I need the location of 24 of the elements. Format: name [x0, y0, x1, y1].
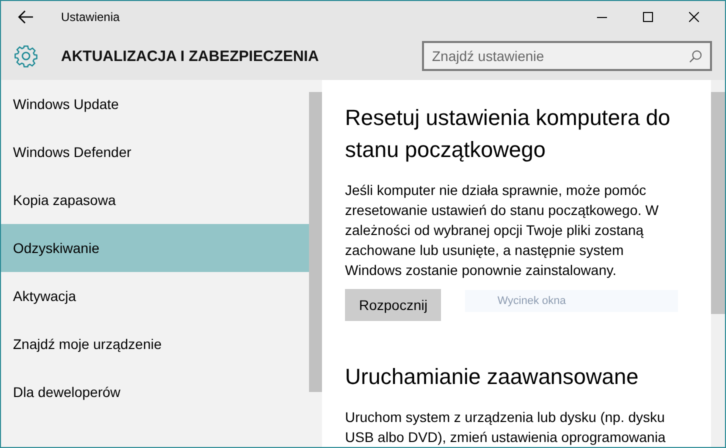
- window-title: Ustawienia: [61, 10, 120, 24]
- scrollbar[interactable]: [711, 80, 725, 447]
- search-field[interactable]: Znajdź ustawienie: [422, 41, 712, 71]
- sidebar-item[interactable]: Windows Defender: [1, 128, 309, 176]
- sidebar-item[interactable]: Znajdź moje urządzenie: [1, 320, 309, 368]
- start-button[interactable]: Rozpocznij: [345, 289, 442, 321]
- section-heading: Resetuj ustawienia komputera do stanu początkowego: [345, 104, 672, 164]
- close-icon[interactable]: [689, 12, 699, 22]
- scrollbar-thumb[interactable]: [309, 92, 322, 392]
- section-heading: Uruchamianie zaawansowane: [345, 363, 640, 391]
- page-title: AKTUALIZACJA I ZABEZPIECZENIA: [61, 48, 319, 64]
- section-description: Jeśli komputer nie działa sprawnie, może pomóc zresetowanie ustawień do stanu początkowego. W zależności od wybranej opcji Twoje pliki zostaną zachowane lub usunięte, a następnie system Windows zostanie ponownie zainstalowany.: [345, 181, 660, 280]
- sidebar-item[interactable]: Kopia zapasowa: [1, 176, 309, 224]
- section-description: Uruchom system z urządzenia lub dysku (np. dysku USB albo DVD), zmień ustawienia oprogramowania: [345, 408, 667, 447]
- sidebar-item[interactable]: Dla deweloperów: [1, 368, 309, 416]
- gear-icon: [14, 44, 38, 68]
- snip-overlay: Wycinek okna: [465, 290, 678, 312]
- sidebar-item[interactable]: Aktywacja: [1, 272, 309, 320]
- sidebar-item[interactable]: Windows Update: [1, 80, 309, 128]
- maximize-icon[interactable]: [643, 12, 653, 22]
- back-arrow-icon[interactable]: [18, 10, 34, 24]
- sidebar-item[interactable]: Odzyskiwanie: [1, 224, 309, 272]
- scrollbar-thumb[interactable]: [711, 92, 725, 314]
- search-icon[interactable]: [689, 50, 702, 63]
